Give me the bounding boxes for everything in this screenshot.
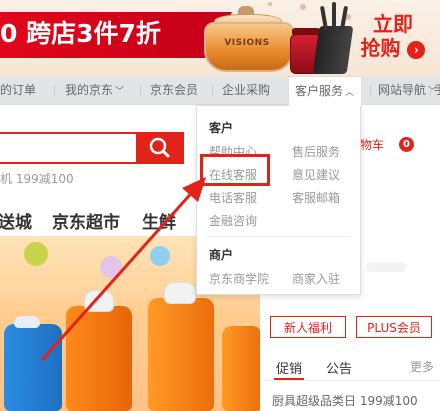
nav-customer-service[interactable]: 客户服务 ︿ [288,76,362,106]
promo-text: 0 跨店3件7折 [0,19,161,48]
promo-banner[interactable]: 0 跨店3件7折 VISIONS 立即 抢购 › [0,0,440,76]
catnav-fresh[interactable]: 生鲜 [142,208,176,233]
nav-divider [212,85,213,96]
knife-block-image [312,26,354,74]
nav-divider [430,85,431,96]
dropdown-section-customer: 客户 [209,121,234,135]
bottle-cap [84,290,114,312]
detergent-bottle-orange [148,298,214,411]
nav-enterprise[interactable]: 企业采购 [222,76,270,104]
detergent-bottle-orange [222,326,260,411]
detergent-bottle-blue [4,324,62,411]
nav-divider [370,85,371,96]
dd-finance-consult[interactable]: 金融咨询 [209,212,257,229]
dd-phone-service[interactable]: 电话客服 [209,189,257,206]
search-input[interactable] [0,132,136,164]
nav-site-nav-label: 网站导航 [378,83,427,97]
balloon-decoration [100,256,122,278]
news-tabs: 促销 公告 更多 [262,352,440,381]
chevron-up-icon: ︿ [345,88,355,98]
plus-member-button[interactable]: PLUS会员 [356,316,432,338]
pot-brand-label: VISIONS [224,38,270,48]
balloon-decoration [150,246,170,266]
buy-now-line1: 立即 [373,12,413,36]
more-link[interactable]: 更多 [410,358,434,375]
dd-jd-academy[interactable]: 京东商学院 [209,270,269,287]
new-user-benefits-button[interactable]: 新人福利 [270,316,346,338]
buy-now-button[interactable]: 立即 抢购 › [360,12,426,64]
buy-now-label: 抢购 [360,36,401,60]
blurred-username [366,262,406,272]
customer-service-dropdown: 客户 帮助中心 售后服务 在线客服 意见建议 电话客服 客服邮箱 金融咨询 商户… [196,105,361,295]
top-nav-bar: 我的订单 我的京东﹀ 京东会员 企业采购 网站导航﹀ 手 [0,76,440,105]
nav-jd-member[interactable]: 京东会员 [150,76,198,104]
dd-service-email[interactable]: 客服邮箱 [292,189,340,206]
promo-news-item[interactable]: 厨具超级品类日 199减100 [272,392,418,409]
nav-divider [140,85,141,96]
bottle-cap [164,282,196,304]
nav-site-nav[interactable]: 网站导航 ﹀ [378,76,437,104]
arrow-right-icon: › [407,40,426,59]
detergent-bottle-orange [66,306,132,411]
nav-customer-service-label: 客户服务 [295,84,344,98]
buy-now-line2: 抢购 › [360,36,426,60]
cart-count-badge: 0 [399,137,414,152]
dd-merchant-join[interactable]: 商家入驻 [292,270,340,287]
dropdown-divider [207,236,350,237]
nav-mobile[interactable]: 手 [434,76,440,104]
catnav-item-1[interactable]: 送城 [0,208,32,233]
catnav-jd-supermarket[interactable]: 京东超市 [52,208,120,233]
dropdown-section-merchant: 商户 [209,248,234,262]
active-tab-indicator [274,378,304,380]
bottle-cap [14,316,40,328]
banner-sparkle [300,4,306,10]
highlight-annotation-box [200,154,270,186]
nav-divider [54,85,55,96]
banner-sparkle [268,2,272,6]
knife-icon [332,2,336,30]
balloon-decoration [24,242,48,266]
dd-after-sales[interactable]: 售后服务 [292,143,340,160]
search-icon [149,137,170,158]
tab-promo[interactable]: 促销 [276,358,302,377]
chevron-down-icon: ﹀ [115,87,125,97]
nav-my-jd[interactable]: 我的京东 ﹀ [65,76,124,104]
search-hotwords[interactable]: 机 199减100 [0,170,74,187]
cart-link[interactable]: 物车 [360,136,384,153]
dd-feedback[interactable]: 意见建议 [292,166,340,183]
search-button[interactable] [136,132,184,164]
nav-my-jd-label: 我的京东 [65,83,114,97]
nav-my-orders[interactable]: 我的订单 [0,76,36,104]
tab-notice[interactable]: 公告 [326,358,352,377]
